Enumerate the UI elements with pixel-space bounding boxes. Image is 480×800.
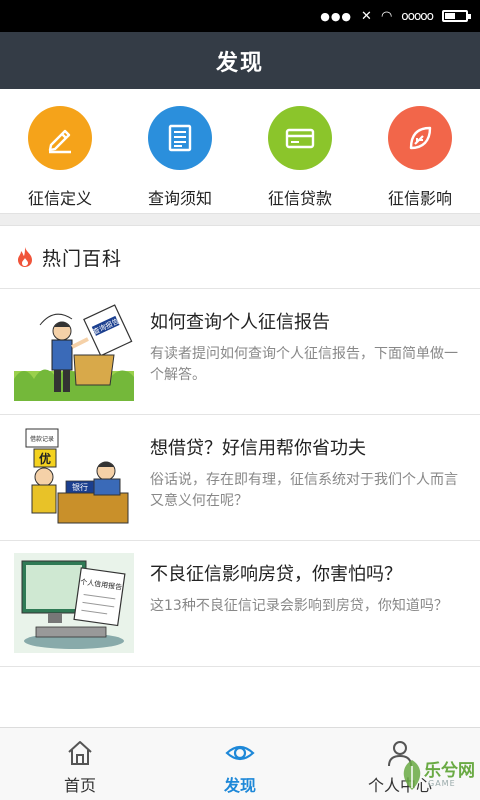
category-grid: 征信定义 查询须知 征信贷款 征信影响 — [0, 89, 480, 213]
category-credit-loan[interactable]: 征信贷款 — [240, 89, 360, 213]
thumb-text: 借款记录 — [30, 435, 54, 443]
nav-label: 发现 — [223, 776, 256, 795]
article-item[interactable]: 查询报告 如何查询个人征信报告 有读者提问如何查询个人征信报告，下面简单做一个解… — [0, 289, 480, 415]
section-divider — [0, 213, 480, 226]
home-icon — [68, 741, 92, 765]
document-icon — [148, 106, 212, 170]
battery-icon — [442, 10, 471, 22]
leaf-icon — [388, 106, 452, 170]
mute-icon: ✕ — [361, 8, 372, 24]
category-label: 征信定义 — [27, 189, 92, 208]
nav-label: 首页 — [63, 776, 96, 795]
nav-discover[interactable]: 发现 — [160, 728, 320, 800]
article-title: 不良征信影响房贷，你害怕吗？ — [150, 564, 402, 585]
article-description: 有读者提问如何查询个人征信报告，下面简单做一个解答。 — [150, 346, 458, 383]
section-title: 热门百科 — [42, 247, 123, 270]
category-credit-definition[interactable]: 征信定义 — [0, 89, 120, 213]
app-header: 发现 — [0, 32, 480, 89]
article-description: 这13种不良征信记录会影响到房贷，你知道吗？ — [150, 598, 448, 614]
watermark-logo: 乐兮网 GAME — [398, 752, 478, 796]
category-credit-impact[interactable]: 征信影响 — [360, 89, 480, 213]
notification-dots-icon: ●●● — [320, 9, 353, 23]
pencil-icon — [28, 106, 92, 170]
thumb-text: 银行 — [72, 482, 88, 492]
category-label: 征信影响 — [387, 189, 452, 208]
watermark-sub: GAME — [428, 779, 456, 788]
article-thumbnail: 借款记录 优 银行 — [14, 427, 134, 527]
thumb-text: 优 — [39, 451, 51, 466]
nav-home[interactable]: 首页 — [0, 728, 160, 800]
article-title: 想借贷？好信用帮你省功夫 — [150, 438, 366, 459]
card-icon — [268, 106, 332, 170]
category-label: 查询须知 — [147, 189, 212, 208]
watermark-leaf-icon — [403, 760, 421, 790]
article-thumbnail: 个人信用报告 — [14, 553, 134, 653]
article-title: 如何查询个人征信报告 — [150, 312, 330, 333]
category-label: 征信贷款 — [267, 189, 332, 208]
article-item[interactable]: 个人信用报告 不良征信影响房贷，你害怕吗？ 这13种不良征信记录会影响到房贷，你… — [0, 541, 480, 667]
article-thumbnail: 查询报告 — [14, 301, 134, 401]
page-title: 发现 — [215, 50, 264, 76]
article-item[interactable]: 借款记录 优 银行 想借贷？好信用帮你省功夫 俗话说，存在即有理，征信系统对于我… — [0, 415, 480, 541]
watermark-text: 乐兮网 — [424, 761, 475, 781]
signal-icon: ooooo — [401, 9, 434, 23]
eye-icon — [225, 745, 255, 761]
section-header: 热门百科 — [0, 226, 480, 289]
wifi-icon: ◠ — [380, 8, 393, 24]
article-description: 俗话说，存在即有理，征信系统对于我们个人而言又意义何在呢？ — [150, 472, 458, 509]
status-bar: ●●● ✕ ◠ ooooo — [0, 0, 480, 32]
category-query-notice[interactable]: 查询须知 — [120, 89, 240, 213]
flame-icon — [18, 247, 32, 267]
